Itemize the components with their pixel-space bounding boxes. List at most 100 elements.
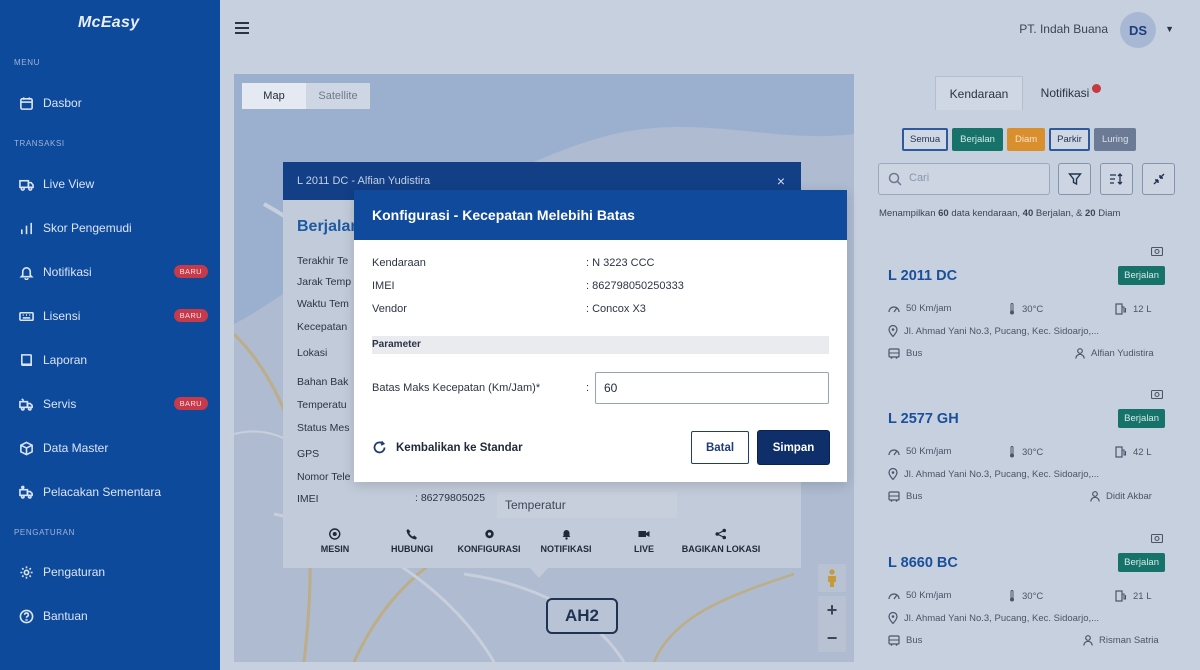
box-icon <box>18 440 34 456</box>
user-icon <box>1090 491 1100 502</box>
info-label: Terakhir Te <box>297 255 349 267</box>
vehicle-plate: L 2011 DC <box>888 268 958 284</box>
camera-icon[interactable] <box>1151 246 1163 256</box>
filter-icon <box>1067 173 1082 186</box>
zoom-in-button[interactable]: + <box>818 596 846 624</box>
user-icon <box>1075 348 1085 359</box>
brand-logo[interactable]: McEasy <box>78 14 139 32</box>
fuel-info: 21 L <box>1115 590 1152 602</box>
status-badge: Berjalan <box>1118 553 1165 572</box>
status-badge: Berjalan <box>1118 266 1165 285</box>
driver-info: Risman Satria <box>1083 635 1159 646</box>
bell-icon <box>562 530 570 540</box>
vehicle-type-info: Bus <box>888 348 922 359</box>
field-value-imei: : 862798050250333 <box>586 280 684 292</box>
map-type-toggle: Map Satellite <box>242 83 370 109</box>
new-badge: BARU <box>173 309 208 322</box>
phone-icon <box>406 529 417 540</box>
sidebar-item-label: Laporan <box>43 353 88 367</box>
action-live[interactable]: LIVE <box>634 528 654 554</box>
info-label: Waktu Tem <box>297 298 349 310</box>
modal-title: Konfigurasi - Kecepatan Melebihi Batas <box>354 190 847 240</box>
calendar-icon <box>18 95 34 111</box>
speed-info: 50 Km/jam <box>888 590 951 601</box>
thermometer-icon <box>1010 303 1014 315</box>
sort-button[interactable] <box>1100 163 1133 195</box>
collapse-icon <box>1153 173 1164 185</box>
zoom-out-button[interactable]: − <box>818 624 846 652</box>
help-icon <box>18 608 34 624</box>
hamburger-menu-icon[interactable] <box>235 22 249 34</box>
sidebar-item-notifikasi[interactable]: Notifikasi BARU <box>0 257 220 287</box>
sidebar-item-label: Servis <box>43 397 77 411</box>
map-tab-satellite[interactable]: Satellite <box>306 83 370 109</box>
filter-chip-berjalan[interactable]: Berjalan <box>952 128 1003 151</box>
vehicle-status: Berjalan <box>297 218 361 235</box>
save-button[interactable]: Simpan <box>758 431 829 464</box>
vehicle-list-panel: Kendaraan Notifikasi Semua Berjalan Diam… <box>867 74 1186 662</box>
info-label: Nomor Tele <box>297 471 351 483</box>
filter-chip-semua[interactable]: Semua <box>902 128 949 151</box>
close-icon[interactable]: × <box>777 173 785 189</box>
avatar[interactable]: DS <box>1120 12 1156 48</box>
info-label: GPS <box>297 448 320 460</box>
action-hubungi[interactable]: HUBUNGI <box>391 528 433 554</box>
action-notifikasi[interactable]: NOTIFIKASI <box>541 528 592 554</box>
sidebar-item-dasbor[interactable]: Dasbor <box>0 88 220 118</box>
collapse-button[interactable] <box>1142 163 1175 195</box>
section-label-menu: MENU <box>14 58 40 67</box>
tab-notifikasi[interactable]: Notifikasi <box>1027 76 1115 110</box>
sidebar-item-pelacakan-sementara[interactable]: Pelacakan Sementara <box>0 477 220 507</box>
action-mesin[interactable]: MESIN <box>321 528 349 554</box>
info-label: Kecepatan <box>297 321 348 333</box>
vehicle-card[interactable]: L 8660 BC Berjalan 50 Km/jam 30°C 21 L J… <box>878 533 1173 663</box>
sidebar-item-laporan[interactable]: Laporan <box>0 345 220 375</box>
bell-icon <box>18 264 34 280</box>
vehicle-card[interactable]: L 2011 DC Berjalan 50 Km/jam 30°C 12 L J… <box>878 246 1173 376</box>
bar-chart-icon <box>18 220 34 236</box>
sidebar-item-label: Pengaturan <box>43 565 106 579</box>
address-info: Jl. Ahmad Yani No.3, Pucang, Kec. Sidoar… <box>888 325 1099 337</box>
sidebar-item-pengaturan[interactable]: Pengaturan <box>0 557 220 587</box>
speedometer-icon <box>888 592 900 599</box>
info-label: IMEI <box>297 493 319 505</box>
reset-label: Kembalikan ke Standar <box>396 441 523 454</box>
map-tab-map[interactable]: Map <box>242 83 306 109</box>
filter-chip-diam[interactable]: Diam <box>1006 128 1046 151</box>
filter-button[interactable] <box>1058 163 1091 195</box>
field-label-imei: IMEI <box>372 280 395 292</box>
action-bagikan-lokasi[interactable]: BAGIKAN LOKASI <box>682 528 760 554</box>
chevron-down-icon[interactable]: ▼ <box>1165 24 1174 34</box>
vehicle-card[interactable]: L 2577 GH Berjalan 50 Km/jam 30°C 42 L J… <box>878 389 1173 519</box>
filter-chip-luring[interactable]: Luring <box>1093 128 1137 151</box>
filter-chip-parkir[interactable]: Parkir <box>1049 128 1090 151</box>
road-shield-label: AH2 <box>546 598 618 634</box>
location-pin-icon <box>888 468 898 480</box>
sidebar-item-lisensi[interactable]: Lisensi BARU <box>0 301 220 331</box>
info-label: Lokasi <box>297 347 328 359</box>
sidebar-item-bantuan[interactable]: Bantuan <box>0 601 220 631</box>
sidebar-item-skor-pengemudi[interactable]: Skor Pengemudi <box>0 213 220 243</box>
sidebar-item-data-master[interactable]: Data Master <box>0 433 220 463</box>
tab-kendaraan[interactable]: Kendaraan <box>935 76 1023 110</box>
speed-limit-input[interactable] <box>595 372 829 404</box>
speed-limit-label: Batas Maks Kecepatan (Km/Jam)* <box>372 382 541 394</box>
camera-icon[interactable] <box>1151 389 1163 399</box>
street-view-icon[interactable] <box>818 564 846 592</box>
temperature-info: 30°C <box>1008 303 1043 315</box>
camera-icon[interactable] <box>1151 533 1163 543</box>
address-info: Jl. Ahmad Yani No.3, Pucang, Kec. Sidoar… <box>888 612 1099 624</box>
sidebar-item-label: Lisensi <box>43 309 81 323</box>
reset-default-button[interactable]: Kembalikan ke Standar <box>372 440 523 455</box>
share-icon <box>715 528 727 540</box>
vehicle-summary: Menampilkan 60 data kendaraan, 40 Berjal… <box>879 208 1121 219</box>
search-input[interactable] <box>909 172 1039 184</box>
sidebar-item-live-view[interactable]: Live View <box>0 169 220 199</box>
sidebar-item-servis[interactable]: Servis BARU <box>0 389 220 419</box>
fuel-icon <box>1115 446 1127 458</box>
user-icon <box>1083 635 1093 646</box>
action-konfigurasi[interactable]: KONFIGURASI <box>458 528 521 554</box>
cancel-button[interactable]: Batal <box>691 431 749 464</box>
sidebar-item-label: Notifikasi <box>43 265 92 279</box>
field-value-kendaraan: : N 3223 CCC <box>586 257 655 269</box>
